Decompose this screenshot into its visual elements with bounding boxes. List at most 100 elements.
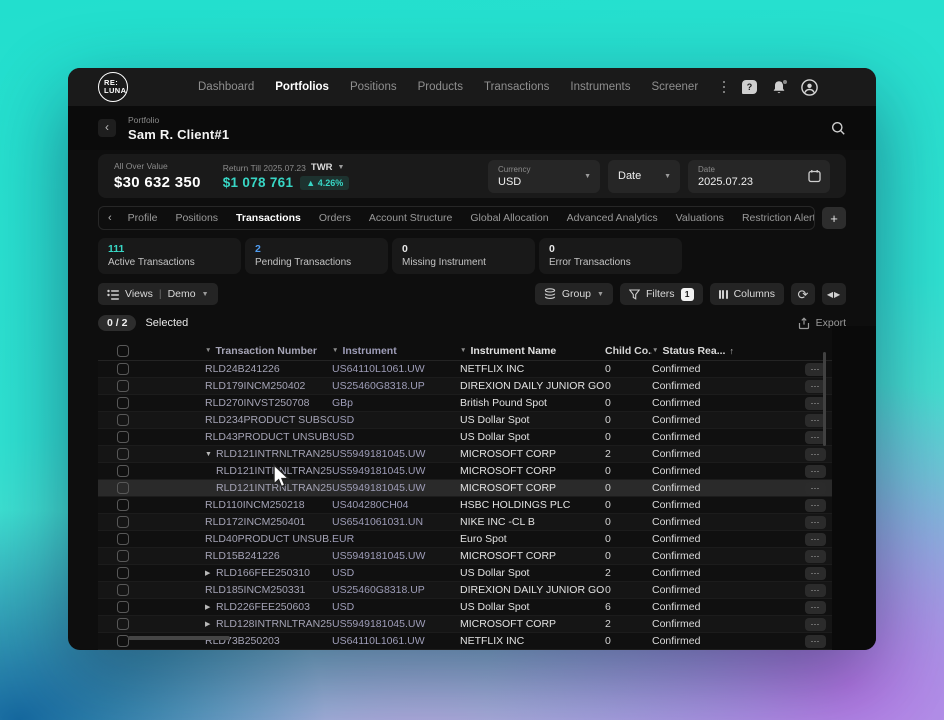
horizontal-scrollbar[interactable]: [128, 636, 230, 640]
row-checkbox[interactable]: [117, 465, 129, 477]
date-field[interactable]: Date 2025.07.23: [688, 160, 830, 193]
overflow-menu-icon[interactable]: [721, 79, 728, 96]
table-row[interactable]: ▶RLD128INTRNLTRAN25...US5949181045.UWMIC…: [98, 616, 832, 633]
table-row[interactable]: RLD43PRODUCT UNSUBS...USDUS Dollar Spot0…: [98, 429, 832, 446]
table-row[interactable]: RLD40PRODUCT UNSUB...EUREuro Spot0Confir…: [98, 531, 832, 548]
table-row[interactable]: RLD185INCM250331US25460G8318.UPDIREXION …: [98, 582, 832, 599]
nav-item-positions[interactable]: Positions: [350, 81, 397, 93]
table-row[interactable]: ▶RLD226FEE250603USDUS Dollar Spot6Confir…: [98, 599, 832, 616]
column-filter-icon[interactable]: ▼: [652, 347, 658, 354]
nav-item-products[interactable]: Products: [418, 81, 463, 93]
row-checkbox[interactable]: [117, 584, 129, 596]
row-checkbox[interactable]: [117, 482, 129, 494]
views-dropdown[interactable]: Views | Demo ▼: [98, 283, 218, 305]
search-icon[interactable]: [831, 121, 846, 136]
table-row[interactable]: ▼RLD121INTRNLTRAN25...US5949181045.UWMIC…: [98, 446, 832, 463]
row-menu-button[interactable]: ⋯: [805, 601, 826, 614]
row-checkbox[interactable]: [117, 397, 129, 409]
row-menu-button[interactable]: ⋯: [805, 584, 826, 597]
nav-item-dashboard[interactable]: Dashboard: [198, 81, 254, 93]
refresh-button[interactable]: ⟳: [791, 283, 815, 305]
sort-ascending-icon[interactable]: ↑: [729, 346, 734, 356]
summary-card[interactable]: 0Missing Instrument: [392, 238, 535, 274]
tab-profile[interactable]: Profile: [128, 212, 158, 224]
row-checkbox[interactable]: [117, 601, 129, 613]
table-row[interactable]: RLD121INTRNLTRAN250...US5949181045.UWMIC…: [98, 480, 832, 497]
tab-global-allocation[interactable]: Global Allocation: [470, 212, 548, 224]
back-button[interactable]: ‹: [98, 119, 116, 137]
row-menu-button[interactable]: ⋯: [805, 618, 826, 631]
row-checkbox[interactable]: [117, 567, 129, 579]
notifications-bell-icon[interactable]: [772, 80, 786, 95]
table-row[interactable]: RLD270INVST250708GBpBritish Pound Spot0C…: [98, 395, 832, 412]
row-menu-button[interactable]: ⋯: [805, 635, 826, 648]
nav-item-instruments[interactable]: Instruments: [570, 81, 630, 93]
profile-avatar-icon[interactable]: [801, 79, 818, 96]
column-filter-icon[interactable]: ▼: [460, 347, 466, 354]
table-row[interactable]: RLD24B241226US64110L1061.UWNETFLIX INC0C…: [98, 361, 832, 378]
row-checkbox[interactable]: [117, 414, 129, 426]
row-checkbox[interactable]: [117, 550, 129, 562]
row-checkbox[interactable]: [117, 380, 129, 392]
row-checkbox[interactable]: [117, 499, 129, 511]
add-tab-button[interactable]: +: [822, 207, 846, 229]
summary-card[interactable]: 111Active Transactions: [98, 238, 241, 274]
tab-account-structure[interactable]: Account Structure: [369, 212, 452, 224]
table-row[interactable]: RLD179INCM250402US25460G8318.UPDIREXION …: [98, 378, 832, 395]
tree-expand-icon[interactable]: ▶: [205, 620, 212, 628]
row-menu-button[interactable]: ⋯: [805, 516, 826, 529]
row-checkbox[interactable]: [117, 448, 129, 460]
tab-restriction-alerts[interactable]: Restriction Alerts: [742, 212, 815, 224]
help-icon[interactable]: ?: [742, 80, 757, 94]
column-header[interactable]: ▼Instrument Name: [460, 345, 605, 357]
row-checkbox[interactable]: [117, 618, 129, 630]
row-menu-button[interactable]: ⋯: [805, 550, 826, 563]
tree-expand-icon[interactable]: ▶: [205, 603, 212, 611]
table-row[interactable]: RLD110INCM250218US404280CH04HSBC HOLDING…: [98, 497, 832, 514]
row-menu-button[interactable]: ⋯: [805, 533, 826, 546]
group-button[interactable]: Group ▼: [535, 283, 613, 305]
row-menu-button[interactable]: ⋯: [805, 499, 826, 512]
vertical-scrollbar[interactable]: [823, 352, 826, 446]
tab-orders[interactable]: Orders: [319, 212, 351, 224]
filters-button[interactable]: Filters 1: [620, 283, 703, 305]
tree-collapse-icon[interactable]: ▼: [205, 451, 212, 458]
tabs-scroll-left-icon[interactable]: ‹: [108, 212, 112, 224]
tab-transactions[interactable]: Transactions: [236, 212, 301, 224]
summary-card[interactable]: 2Pending Transactions: [245, 238, 388, 274]
row-checkbox[interactable]: [117, 363, 129, 375]
table-row[interactable]: ▶RLD166FEE250310USDUS Dollar Spot2Confir…: [98, 565, 832, 582]
chevron-down-icon[interactable]: ▼: [338, 164, 345, 171]
pager-button[interactable]: ◀▶: [822, 283, 846, 305]
column-filter-icon[interactable]: ▼: [205, 347, 211, 354]
row-menu-button[interactable]: ⋯: [805, 465, 826, 478]
tab-valuations[interactable]: Valuations: [676, 212, 724, 224]
row-menu-button[interactable]: ⋯: [805, 567, 826, 580]
table-row[interactable]: RLD172INCM250401US6541061031.UNNIKE INC …: [98, 514, 832, 531]
summary-card[interactable]: 0Error Transactions: [539, 238, 682, 274]
table-row[interactable]: RLD121INTRNLTRAN250...US5949181045.UWMIC…: [98, 463, 832, 480]
column-header[interactable]: ▼Status Rea...↑: [652, 345, 762, 357]
nav-item-screener[interactable]: Screener: [651, 81, 698, 93]
column-filter-icon[interactable]: ▼: [332, 347, 338, 354]
nav-item-portfolios[interactable]: Portfolios: [275, 81, 329, 93]
column-header[interactable]: ▼Instrument: [332, 345, 460, 357]
date-mode-dropdown[interactable]: Date ▼: [608, 160, 680, 193]
table-row[interactable]: RLD234PRODUCT SUBSC...USDUS Dollar Spot0…: [98, 412, 832, 429]
select-all-checkbox[interactable]: [117, 345, 129, 357]
row-checkbox[interactable]: [117, 431, 129, 443]
tree-expand-icon[interactable]: ▶: [205, 569, 212, 577]
row-menu-button[interactable]: ⋯: [805, 448, 826, 461]
row-menu-button[interactable]: ⋯: [805, 482, 826, 495]
nav-item-transactions[interactable]: Transactions: [484, 81, 549, 93]
column-header[interactable]: ▼Transaction Number: [205, 345, 332, 357]
return-mode[interactable]: TWR: [311, 162, 333, 173]
columns-button[interactable]: Columns: [710, 283, 784, 305]
currency-dropdown[interactable]: Currency USD ▼: [488, 160, 600, 193]
table-row[interactable]: RLD15B241226US5949181045.UWMICROSOFT COR…: [98, 548, 832, 565]
row-checkbox[interactable]: [117, 516, 129, 528]
column-header[interactable]: Child Co...: [605, 345, 652, 357]
tab-advanced-analytics[interactable]: Advanced Analytics: [567, 212, 658, 224]
tab-positions[interactable]: Positions: [175, 212, 218, 224]
row-checkbox[interactable]: [117, 533, 129, 545]
